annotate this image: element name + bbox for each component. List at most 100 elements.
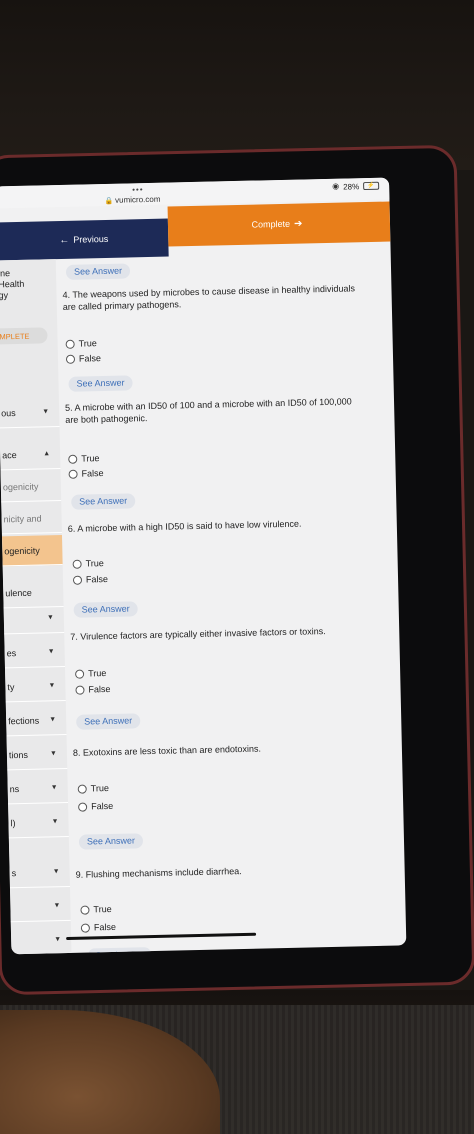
radio-button[interactable] xyxy=(68,454,78,464)
option-true[interactable]: True xyxy=(80,904,112,915)
chevron-down-icon: ▼ xyxy=(52,868,60,876)
see-answer-button[interactable]: See Answer xyxy=(68,375,133,392)
see-answer-button[interactable]: See Answer xyxy=(73,601,138,618)
option-label: True xyxy=(81,453,100,464)
previous-button[interactable]: ← Previous xyxy=(0,218,169,261)
option-label: False xyxy=(91,800,114,812)
sidebar-item-label: ace xyxy=(2,449,17,460)
see-answer-button[interactable]: See Answer xyxy=(65,263,131,280)
radio-button[interactable] xyxy=(65,354,76,364)
radio-button[interactable] xyxy=(78,802,88,812)
radio-button[interactable] xyxy=(80,905,90,915)
arrow-right-icon: ➔ xyxy=(293,217,303,230)
sidebar-item-label: ulence xyxy=(5,587,32,598)
chevron-down-icon: ▼ xyxy=(54,936,62,944)
radio-button[interactable] xyxy=(77,784,87,794)
option-label: True xyxy=(78,338,97,349)
url-bar[interactable]: 🔒 vumicro.com xyxy=(104,195,160,205)
option-label: True xyxy=(85,558,104,569)
chevron-up-icon: ▲ xyxy=(43,450,51,458)
sidebar-item-label: tions xyxy=(8,749,29,760)
url-text: vumicro.com xyxy=(115,194,161,205)
quiz-content: See Answer 4. The weapons used by microb… xyxy=(58,252,407,955)
question-text: 5. A microbe with an ID50 of 100 and a m… xyxy=(64,396,352,425)
sidebar-item-label: ty xyxy=(7,681,15,692)
option-false[interactable]: False xyxy=(65,353,102,364)
chevron-down-icon: ▼ xyxy=(49,750,58,758)
sidebar-item[interactable]: ous ▼ xyxy=(0,397,60,429)
chevron-down-icon: ▼ xyxy=(48,682,56,690)
option-label: False xyxy=(88,683,111,695)
sidebar-item[interactable]: tions ▼ xyxy=(6,738,68,771)
question-text: 8. Exotoxins are less toxic than are end… xyxy=(72,743,262,758)
arrow-left-icon: ← xyxy=(59,234,70,246)
sidebar-item-label: fections xyxy=(8,715,40,726)
radio-button[interactable] xyxy=(75,669,85,679)
sidebar-item[interactable]: fections ▼ xyxy=(5,704,67,737)
previous-label: Previous xyxy=(73,233,109,245)
sidebar-item[interactable]: ty ▼ xyxy=(5,670,66,703)
radio-button[interactable] xyxy=(75,685,85,695)
battery-percent: 28% xyxy=(343,182,360,192)
sidebar-item[interactable]: ace ▲ xyxy=(0,439,61,471)
complete-button[interactable]: Complete ➔ xyxy=(167,201,391,247)
option-label: True xyxy=(88,668,107,679)
sidebar-item[interactable]: s ▼ xyxy=(9,856,70,889)
sidebar-item-label: es xyxy=(6,647,17,658)
option-label: False xyxy=(78,353,102,364)
see-answer-button[interactable]: See Answer xyxy=(78,833,144,850)
background-table xyxy=(0,0,474,170)
chevron-down-icon: ▼ xyxy=(53,902,61,910)
chevron-down-icon: ▼ xyxy=(46,614,54,622)
radio-button[interactable] xyxy=(72,575,83,585)
sidebar-item[interactable]: es ▼ xyxy=(4,637,65,669)
option-true[interactable]: True xyxy=(72,558,104,569)
option-true[interactable]: True xyxy=(75,668,106,679)
option-false[interactable]: False xyxy=(72,573,109,585)
see-answer-button[interactable]: See Answer xyxy=(71,493,136,510)
sidebar-item-active[interactable]: ogenicity xyxy=(1,535,63,567)
option-false[interactable]: False xyxy=(78,801,113,812)
sidebar-course-title: ine Health gy xyxy=(0,268,25,301)
sidebar-item[interactable]: ▼ xyxy=(10,890,71,923)
option-label: True xyxy=(93,904,112,915)
radio-button[interactable] xyxy=(68,469,78,479)
option-label: False xyxy=(81,468,104,479)
sidebar-complete-badge: MPLETE xyxy=(0,327,48,345)
option-true[interactable]: True xyxy=(77,783,110,794)
question-text: 6. A microbe with a high ID50 is said to… xyxy=(67,518,302,534)
sidebar-item-label: ogenicity xyxy=(4,545,40,556)
option-false[interactable]: False xyxy=(68,468,104,479)
radio-button[interactable] xyxy=(80,922,90,933)
option-false[interactable]: False xyxy=(75,683,111,695)
sidebar-item-label: l) xyxy=(10,817,16,828)
chevron-down-icon: ▼ xyxy=(50,784,58,792)
complete-label: Complete xyxy=(251,218,291,230)
lock-icon: 🔒 xyxy=(104,197,114,205)
sidebar-item-label: s xyxy=(11,867,17,878)
radio-button[interactable] xyxy=(65,339,75,349)
option-label: False xyxy=(93,921,117,933)
see-answer-button[interactable]: See Answer xyxy=(76,713,141,730)
radio-button[interactable] xyxy=(72,559,82,569)
chevron-down-icon: ▼ xyxy=(51,818,59,826)
sidebar-item[interactable]: ▼ xyxy=(3,603,65,635)
chevron-down-icon: ▼ xyxy=(47,648,55,656)
wifi-icon: ◉ xyxy=(332,181,340,191)
tab-dots[interactable]: ••• xyxy=(132,185,144,194)
question-text: 9. Flushing mechanisms include diarrhea. xyxy=(75,866,242,880)
sidebar-item[interactable]: ns ▼ xyxy=(7,772,69,805)
sidebar-item[interactable]: ogenicity xyxy=(0,471,62,503)
option-label: False xyxy=(85,573,109,585)
sidebar-item-label: ns xyxy=(9,783,20,794)
option-true[interactable]: True xyxy=(68,453,100,464)
battery-icon: ⚡ xyxy=(363,181,380,191)
option-false[interactable]: False xyxy=(80,921,117,933)
sidebar-item[interactable]: ▼ xyxy=(10,924,72,955)
chevron-down-icon: ▼ xyxy=(49,716,57,724)
sidebar-item[interactable]: nicity and xyxy=(1,503,62,535)
option-true[interactable]: True xyxy=(65,338,97,349)
option-label: True xyxy=(90,783,110,794)
sidebar-item-label: ous xyxy=(1,407,16,418)
sidebar-item[interactable]: l) ▼ xyxy=(8,806,69,839)
